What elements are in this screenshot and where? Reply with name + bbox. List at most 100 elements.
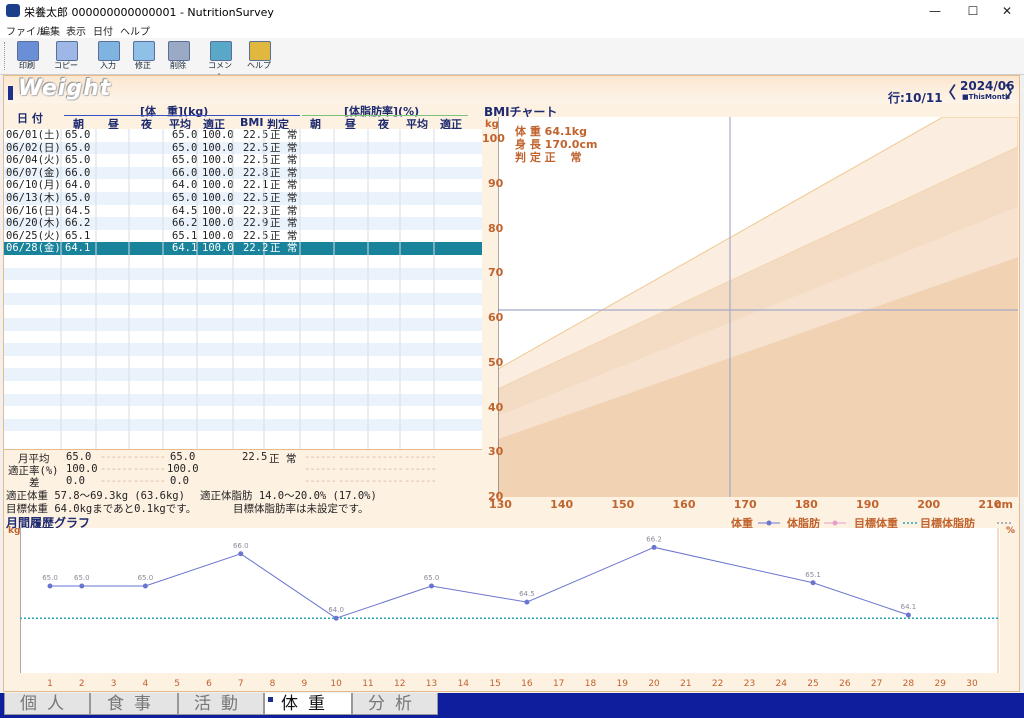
graph-x-tick: 27	[871, 679, 882, 689]
bmi-x-tick: 160	[672, 498, 696, 511]
rate-avg: 100.0	[167, 463, 199, 475]
graph-x-tick: 18	[585, 679, 597, 689]
graph-x-tick: 6	[206, 679, 212, 689]
bmi-x-tick: 150	[611, 498, 635, 511]
printer-icon	[17, 41, 39, 61]
bmi-x-tick: 170	[733, 498, 757, 511]
avg-bmi: 22.5	[242, 451, 268, 463]
header-mark	[8, 86, 13, 100]
avg-fat-am: ------	[304, 451, 337, 463]
graph-x-tick: 14	[458, 679, 470, 689]
graph-x-tick: 24	[776, 679, 788, 689]
menu-edit[interactable]: 編集	[40, 23, 60, 38]
tab-weight[interactable]: 体重	[264, 693, 352, 715]
graph-x-tick: 8	[270, 679, 276, 689]
bmi-x-tick: 130	[489, 498, 512, 511]
col-bmi: BMI	[240, 116, 264, 129]
weight-point	[333, 615, 339, 621]
graph-x-tick: 11	[362, 679, 373, 689]
weight-point	[238, 551, 244, 557]
bmi-chart: BMIチャート kg 体 重 64.1kg 身 長 170.0cm 判 定 正 …	[482, 103, 1018, 513]
avg-fat-pm: ------	[371, 451, 404, 463]
graph-x-tick: 30	[966, 679, 978, 689]
title-bar: 栄養太郎 000000000000001 - NutritionSurvey —…	[0, 0, 1024, 23]
weight-point	[524, 599, 530, 605]
graph-x-tick: 17	[553, 679, 564, 689]
graph-x-tick: 23	[744, 679, 755, 689]
rate-noon: ------	[100, 463, 133, 475]
bmi-y-unit: kg	[485, 119, 499, 130]
diff-fat-am: ------	[304, 475, 337, 487]
diff-fat-avg: ------	[404, 475, 437, 487]
graph-y-unit-left: kg	[8, 526, 21, 536]
menu-view[interactable]: 表示	[66, 23, 86, 38]
diff-fat-pm: ------	[371, 475, 404, 487]
close-button[interactable]: ✕	[984, 0, 1024, 22]
bmi-y-tick: 50	[488, 355, 504, 369]
graph-x-tick: 21	[680, 679, 691, 689]
bmi-plot	[498, 117, 1018, 497]
bmi-x-tick: 190	[856, 498, 880, 511]
weight-data-label: 66.0	[233, 542, 249, 550]
graph-x-tick: 4	[143, 679, 149, 689]
edit-button[interactable]: 修正	[128, 40, 158, 72]
this-month-button[interactable]: ■ThisMonth	[962, 93, 1010, 101]
rate-fat-pm: ------	[371, 463, 404, 475]
graph-x-tick: 28	[903, 679, 915, 689]
tab-activity[interactable]: 活動	[178, 693, 264, 715]
bmi-y-tick: 100	[482, 132, 505, 146]
graph-x-tick: 13	[426, 679, 437, 689]
bmi-y-tick: 80	[488, 221, 504, 235]
input-button[interactable]: 入力	[93, 40, 123, 72]
menu-date[interactable]: 日付	[93, 23, 113, 38]
tab-analysis[interactable]: 分析	[352, 693, 438, 715]
avg-judge: 正 常	[269, 453, 297, 465]
tab-personal[interactable]: 個人	[4, 693, 90, 715]
monthly-graph: 月間履歴グラフ 体重 体脂肪 目標体重 目標体脂肪 kg % 666564631…	[4, 514, 1019, 692]
toolbar: 印刷 コピー 入力 修正 削除 コメント ヘルプ	[0, 38, 1024, 81]
graph-x-tick: 7	[238, 679, 244, 689]
copy-icon	[56, 41, 78, 61]
avg-fat-avg: ------	[404, 451, 437, 463]
graph-x-tick: 5	[174, 679, 180, 689]
window-title: 栄養太郎 000000000000001 - NutritionSurvey	[24, 6, 274, 19]
bmi-y-tick: 60	[488, 311, 504, 325]
weight-point	[142, 583, 148, 589]
bmi-y-tick: 40	[488, 400, 504, 414]
graph-y-unit-right: %	[1006, 526, 1016, 536]
graph-x-tick: 9	[301, 679, 307, 689]
weight-point	[651, 544, 657, 550]
weight-data-label: 64.0	[328, 606, 344, 614]
menu-help[interactable]: ヘルプ	[120, 23, 150, 38]
help-button[interactable]: ヘルプ	[244, 40, 274, 72]
edit-icon	[133, 41, 155, 61]
graph-x-tick: 26	[839, 679, 851, 689]
next-month-button[interactable]: 〉	[1005, 79, 1021, 103]
prev-month-button[interactable]: 〈	[940, 79, 956, 103]
copy-button[interactable]: コピー	[51, 40, 81, 72]
graph-x-tick: 25	[807, 679, 818, 689]
weight-point	[79, 583, 85, 589]
weight-data-label: 64.1	[901, 603, 917, 611]
delete-button[interactable]: 削除	[163, 40, 193, 72]
bmi-x-tick: 140	[550, 498, 574, 511]
avg-pm: ------	[133, 451, 166, 463]
bmi-x-tick: 180	[794, 498, 818, 511]
rate-pm: ------	[133, 463, 166, 475]
active-tab-mark	[268, 697, 273, 702]
graph-x-tick: 3	[111, 679, 117, 689]
print-button[interactable]: 印刷	[12, 40, 42, 72]
comment-button[interactable]: コメント	[205, 40, 235, 81]
diff-fat-noon: ------	[338, 475, 371, 487]
graph-x-tick: 2	[79, 679, 85, 689]
bottom-tab-bar: 個人 食事 活動 体重 分析	[0, 693, 1024, 718]
legend-weight-marker	[758, 520, 780, 526]
table-grid	[60, 129, 435, 449]
tab-meal[interactable]: 食事	[90, 693, 178, 715]
comment-icon	[210, 41, 232, 61]
bmi-x-tick: 200	[917, 498, 941, 511]
weight-point	[429, 583, 435, 589]
weight-data-label: 65.0	[138, 574, 154, 582]
graph-x-tick: 22	[712, 679, 723, 689]
graph-x-tick: 16	[521, 679, 533, 689]
